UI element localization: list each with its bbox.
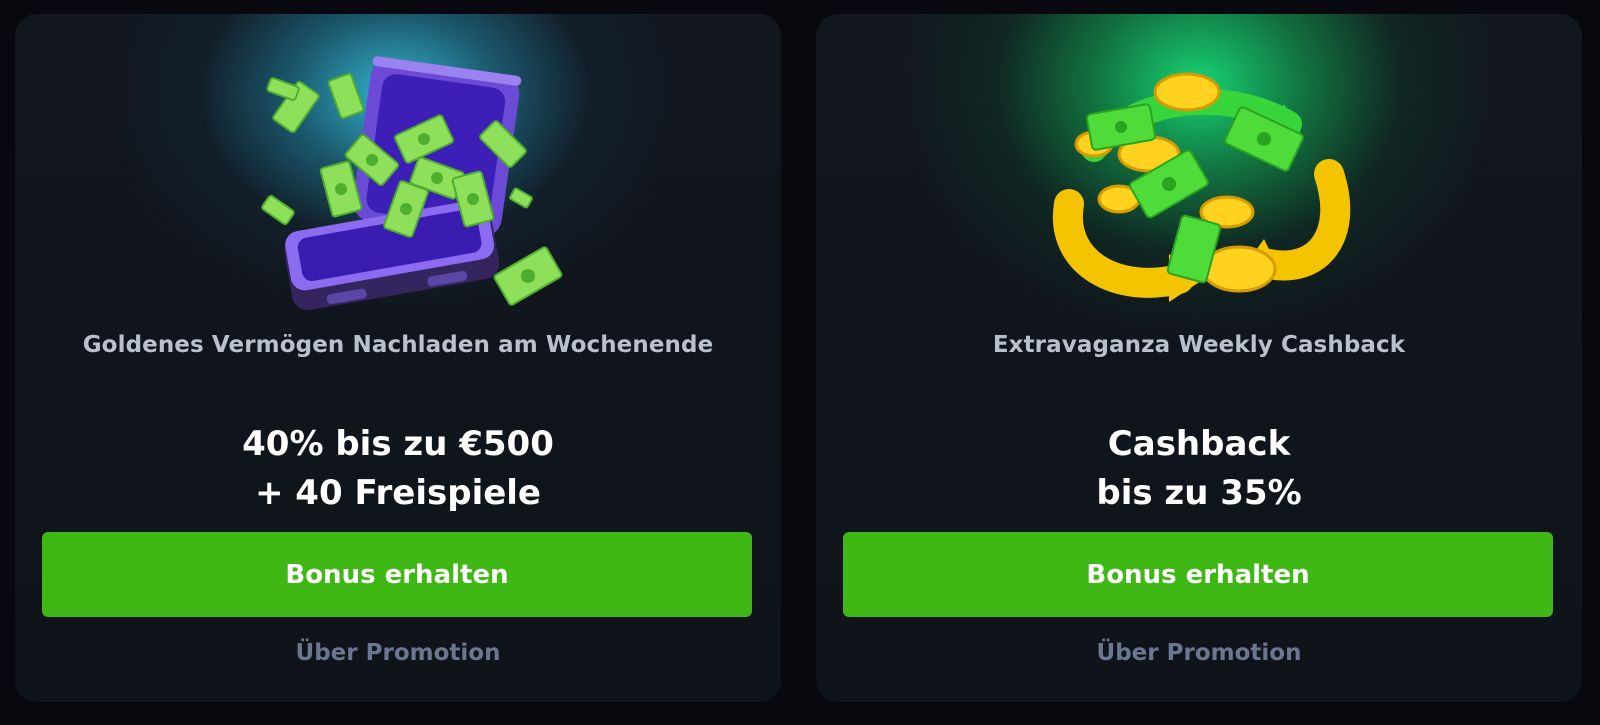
money-briefcase-icon bbox=[261, 56, 563, 311]
offer-line-1: 40% bis zu €500 bbox=[242, 424, 554, 464]
promotion-title: Goldenes Vermögen Nachladen am Wochenend… bbox=[82, 332, 714, 358]
get-bonus-button[interactable]: Bonus erhalten bbox=[843, 532, 1553, 617]
promotion-offer: Cashback bis zu 35% bbox=[816, 420, 1582, 518]
offer-line-2: + 40 Freispiele bbox=[254, 473, 541, 513]
promotion-offer: 40% bis zu €500 + 40 Freispiele bbox=[15, 420, 781, 518]
about-promotion-link[interactable]: Über Promotion bbox=[15, 640, 781, 666]
promotion-card-weekend-reload: Goldenes Vermögen Nachladen am Wochenend… bbox=[15, 14, 781, 702]
promotion-card-weekly-cashback: Extravaganza Weekly Cashback Cashback bi… bbox=[816, 14, 1582, 702]
promotions-grid: Goldenes Vermögen Nachladen am Wochenend… bbox=[0, 0, 1600, 725]
promotion-title: Extravaganza Weekly Cashback bbox=[992, 332, 1406, 358]
offer-line-1: Cashback bbox=[1107, 424, 1291, 464]
offer-line-2: bis zu 35% bbox=[1096, 473, 1302, 513]
about-promotion-link[interactable]: Über Promotion bbox=[816, 640, 1582, 666]
get-bonus-button[interactable]: Bonus erhalten bbox=[42, 532, 752, 617]
cashback-coins-icon bbox=[1052, 72, 1351, 302]
